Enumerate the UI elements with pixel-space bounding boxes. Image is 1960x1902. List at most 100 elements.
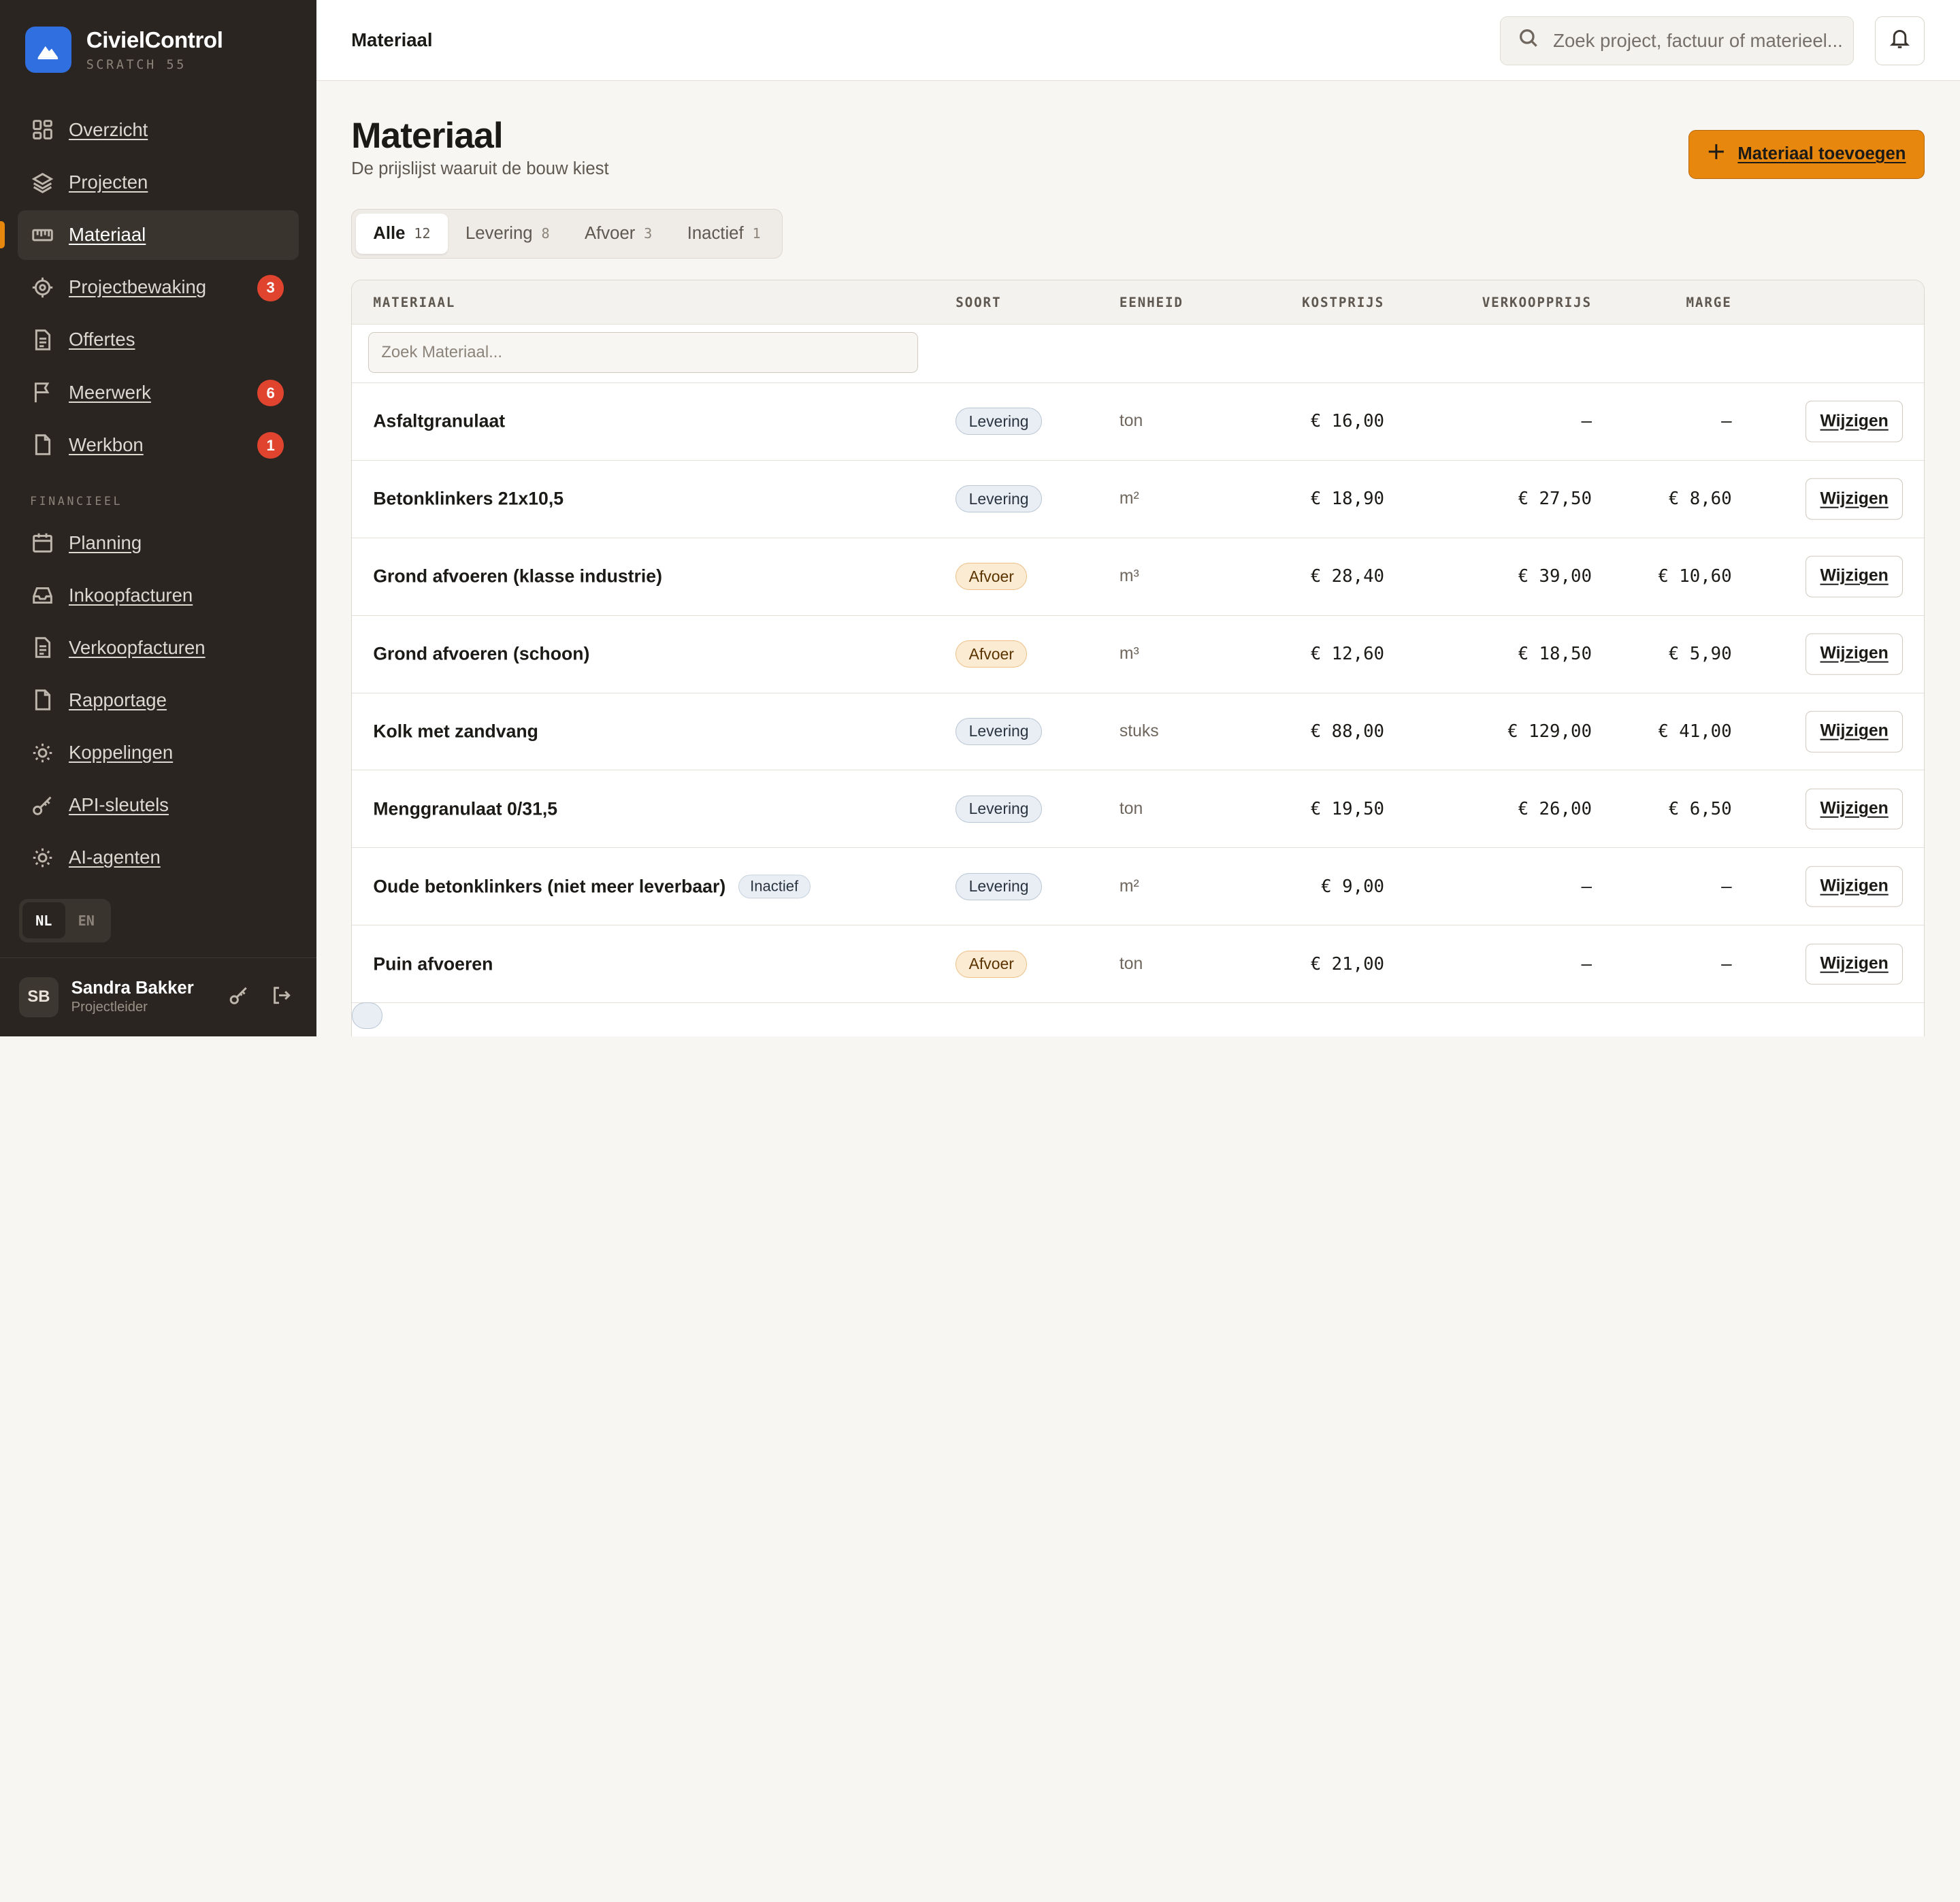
type-badge: Levering — [956, 485, 1042, 513]
cost-price-cell: € 18,90 — [1310, 489, 1385, 510]
materials-table: MATERIAAL SOORT EENHEID KOSTPRIJS VERKOO… — [351, 280, 1925, 1036]
search-input[interactable] — [1553, 29, 1853, 52]
material-name-cell: Grond afvoeren (schoon) — [373, 644, 589, 665]
page-title: Materiaal — [351, 115, 504, 156]
tab-count: 8 — [541, 225, 550, 242]
table-row: Puin afvoeren Afvoer ton € 21,00 — — Wijzigen — [352, 925, 1925, 1003]
type-badge: Levering — [956, 872, 1042, 900]
material-name: Asfaltgranulaat — [373, 410, 506, 431]
type-badge: Afvoer — [956, 563, 1028, 591]
file-icon — [31, 433, 54, 456]
sidebar-item-label: Offertes — [68, 329, 135, 350]
type-badge: Levering — [956, 408, 1042, 436]
document-icon — [31, 636, 54, 659]
table-row: Grond afvoeren (klasse industrie) Afvoer m… — [352, 538, 1925, 616]
global-search[interactable] — [1500, 16, 1854, 65]
add-material-button[interactable]: Materiaal toevoegen — [1688, 130, 1925, 179]
sidebar-item-rapportage[interactable]: Rapportage — [18, 675, 299, 725]
mountain-icon — [24, 27, 71, 73]
sidebar-item-offertes[interactable]: Offertes — [18, 315, 299, 365]
lang-en[interactable]: EN — [65, 902, 108, 938]
tab-levering[interactable]: Levering 8 — [448, 214, 567, 254]
sidebar-item-werkbon[interactable]: Werkbon 1 — [18, 420, 299, 470]
sidebar-item-label: Rapportage — [68, 689, 167, 710]
type-badge: Levering — [956, 795, 1042, 823]
edit-button[interactable]: Wijzigen — [1806, 555, 1904, 597]
tab-count: 3 — [644, 225, 653, 242]
unit-cell: m² — [1119, 876, 1139, 896]
logout-icon[interactable] — [272, 985, 291, 1011]
edit-button[interactable]: Wijzigen — [1806, 710, 1904, 753]
margin-cell: — — [1721, 411, 1732, 432]
margin-cell: — — [1721, 953, 1732, 974]
edit-button[interactable]: Wijzigen — [1806, 866, 1904, 907]
sidebar-item-overzicht[interactable]: Overzicht — [18, 105, 299, 154]
key-icon[interactable] — [229, 985, 248, 1011]
edit-button[interactable]: Wijzigen — [1806, 478, 1904, 520]
edit-button[interactable]: Wijzigen — [1806, 401, 1904, 442]
lang-nl[interactable]: NL — [22, 902, 65, 939]
brand-name: CivielControl — [86, 28, 223, 54]
sidebar-item-planning[interactable]: Planning — [18, 518, 299, 568]
table-row — [352, 1002, 1924, 1036]
col-eenheid[interactable]: EENHEID — [1120, 295, 1183, 310]
tab-afvoer[interactable]: Afvoer 3 — [567, 214, 670, 254]
sidebar-item-label: Overzicht — [68, 118, 148, 140]
material-name-cell: Grond afvoeren (klasse industrie) — [373, 566, 662, 587]
ruler-icon — [31, 224, 54, 246]
sidebar-item-api-sleutels[interactable]: API-sleutels — [18, 781, 299, 830]
material-name: Kolk met zandvang — [373, 721, 538, 742]
sidebar-item-ai-agenten[interactable]: AI-agenten — [18, 833, 299, 883]
unit-cell: m² — [1119, 489, 1139, 508]
table-row: Oude betonklinkers (niet meer leverbaar)… — [352, 848, 1925, 926]
user-name: Sandra Bakker — [71, 979, 194, 998]
sell-price-cell: € 26,00 — [1518, 798, 1592, 819]
material-name-cell: Menggranulaat 0/31,5 — [373, 798, 557, 819]
tab-label: Afvoer — [585, 223, 636, 243]
sidebar-item-materiaal[interactable]: Materiaal — [0, 210, 299, 260]
edit-button[interactable]: Wijzigen — [1806, 943, 1904, 985]
sidebar-item-meerwerk[interactable]: Meerwerk 6 — [18, 367, 299, 417]
cost-price-cell: € 19,50 — [1310, 798, 1385, 819]
notifications-button[interactable] — [1875, 16, 1925, 65]
material-filter-input[interactable] — [368, 331, 919, 374]
col-verkoopprijs[interactable]: VERKOOPPRIJS — [1482, 295, 1592, 310]
sidebar-item-verkoopfacturen[interactable]: Verkoopfacturen — [18, 623, 299, 672]
sell-price-cell: — — [1581, 953, 1592, 974]
flag-icon — [31, 381, 54, 404]
edit-button[interactable]: Wijzigen — [1806, 788, 1904, 830]
sidebar: CivielControl SCRATCH 55 Overzicht Proje… — [0, 0, 316, 1036]
nav-section-label: FINANCIEEL — [30, 495, 123, 508]
material-name: Puin afvoeren — [373, 953, 493, 974]
cost-price-cell: € 9,00 — [1321, 876, 1385, 897]
sidebar-item-koppelingen[interactable]: Koppelingen — [18, 727, 299, 777]
unit-cell: ton — [1119, 954, 1143, 973]
sidebar-item-projectbewaking[interactable]: Projectbewaking 3 — [18, 263, 299, 312]
sidebar-item-label: API-sleutels — [68, 794, 169, 816]
col-soort[interactable]: SOORT — [956, 295, 1001, 310]
sidebar-item-label: Werkbon — [68, 433, 144, 455]
edit-button[interactable]: Wijzigen — [1806, 633, 1904, 675]
material-name: Grond afvoeren (schoon) — [373, 643, 590, 664]
col-materiaal[interactable]: MATERIAAL — [373, 295, 455, 310]
sidebar-item-label: Inkoopfacturen — [68, 584, 193, 606]
sidebar-item-label: Planning — [68, 531, 142, 553]
file-icon — [31, 689, 54, 711]
topbar: Materiaal — [316, 0, 1960, 82]
tab-inactief[interactable]: Inactief 1 — [670, 214, 778, 254]
table-row: Betonklinkers 21x10,5 Levering m² € 18,90 € … — [352, 461, 1925, 538]
col-kostprijs[interactable]: KOSTPRIJS — [1302, 295, 1384, 310]
table-header: MATERIAAL SOORT EENHEID KOSTPRIJS VERKOO… — [352, 280, 1925, 325]
sidebar-item-projecten[interactable]: Projecten — [18, 157, 299, 207]
col-marge[interactable]: MARGE — [1686, 295, 1731, 310]
unit-cell: ton — [1119, 412, 1143, 431]
sidebar-item-inkoopfacturen[interactable]: Inkoopfacturen — [18, 570, 299, 620]
brand-subtitle: SCRATCH 55 — [86, 57, 186, 72]
page-subtitle: De prijslijst waaruit de bouw kiest — [351, 159, 609, 178]
table-row: Grond afvoeren (schoon) Afvoer m³ € 12,60 € … — [352, 616, 1925, 693]
material-name: Oude betonklinkers (niet meer leverbaar) — [373, 876, 726, 897]
avatar[interactable]: SB — [18, 977, 59, 1017]
tab-alle[interactable]: Alle 12 — [355, 214, 448, 254]
filter-tabs: Alle 12 Levering 8 Afvoer 3 Inactief 1 — [351, 208, 783, 259]
plus-icon — [1708, 143, 1725, 165]
